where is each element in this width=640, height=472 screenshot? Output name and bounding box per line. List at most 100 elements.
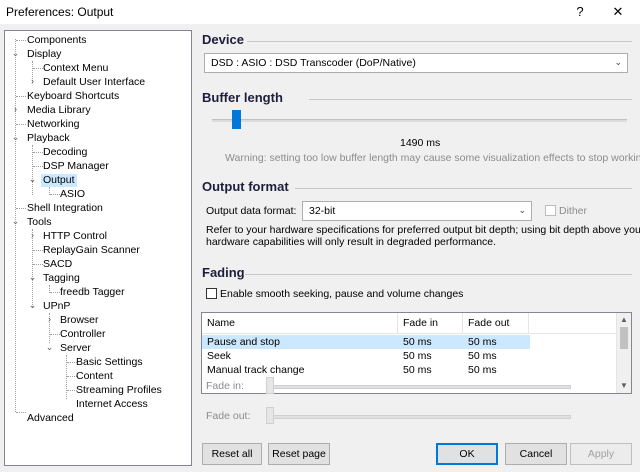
close-button[interactable]: ✕ [606,2,630,22]
tree-item-http-control[interactable]: HTTP Control [43,230,107,243]
column-header-name[interactable]: Name [202,313,398,333]
chevron-down-icon[interactable]: ⌄ [11,131,20,144]
tree-line [33,152,43,153]
fade-in-slider-thumb[interactable] [266,377,274,394]
tree-item-tools[interactable]: Tools [27,216,52,229]
fade-in-label: Fade in: [206,380,244,392]
tree-item-advanced[interactable]: Advanced [27,412,74,425]
tree-item-asio[interactable]: ASIO [60,188,85,201]
tree-item-controller[interactable]: Controller [60,328,106,341]
tree-item-streaming-profiles[interactable]: Streaming Profiles [76,384,162,397]
scroll-down-icon[interactable]: ▼ [620,381,628,390]
help-button[interactable]: ? [568,2,592,22]
chevron-right-icon[interactable]: › [28,229,37,242]
row-fade-in: 50 ms [403,350,432,362]
buffer-length-heading: Buffer length [202,90,283,105]
list-scrollbar[interactable]: ▲ ▼ [616,313,631,393]
output-format-note-line1: Refer to your hardware specifications fo… [206,224,640,236]
chevron-down-icon[interactable]: ⌄ [11,47,20,60]
buffer-length-value: 1490 ms [400,137,441,149]
section-divider [247,41,632,42]
column-header-fade-out[interactable]: Fade out [463,313,529,333]
output-data-format-dropdown[interactable]: 32-bit ⌄ [302,201,532,221]
row-fade-out: 50 ms [468,336,497,348]
row-name: Manual track change [207,364,305,376]
table-row[interactable]: Manual track change 50 ms 50 ms [202,363,530,377]
tree-line [50,334,60,335]
chevron-right-icon[interactable]: › [11,103,20,116]
tree-item-internet-access[interactable]: Internet Access [76,398,148,411]
tree-item-context-menu[interactable]: Context Menu [43,62,108,75]
fade-in-slider-track[interactable] [267,385,571,389]
smooth-seeking-checkbox[interactable] [206,288,217,299]
reset-page-button[interactable]: Reset page [268,443,330,465]
tree-item-browser[interactable]: Browser [60,314,99,327]
row-name: Seek [207,350,231,362]
tree-line [16,96,26,97]
tree-item-content[interactable]: Content [76,370,113,383]
output-data-format-value: 32-bit [309,205,336,217]
tree-item-freedb-tagger[interactable]: freedb Tagger [60,286,125,299]
output-format-heading: Output format [202,179,289,194]
tree-item-shell-integration[interactable]: Shell Integration [27,202,103,215]
header-divider [202,333,617,334]
ok-button[interactable]: OK [436,443,498,465]
buffer-slider-track[interactable] [212,119,627,122]
buffer-slider-thumb[interactable] [232,110,241,129]
reset-all-button[interactable]: Reset all [202,443,262,465]
tree-item-sacd[interactable]: SACD [43,258,72,271]
chevron-right-icon[interactable]: › [28,75,37,88]
scroll-up-icon[interactable]: ▲ [620,315,628,324]
tree-line [16,40,26,41]
tree-item-output[interactable]: Output [41,174,77,187]
tree-item-tagging[interactable]: Tagging [43,272,80,285]
chevron-right-icon[interactable]: › [45,313,54,326]
row-name: Pause and stop [207,336,280,348]
tree-line [16,124,26,125]
tree-item-dsp-manager[interactable]: DSP Manager [43,160,109,173]
tree-item-server[interactable]: Server [60,342,91,355]
column-header-fade-in[interactable]: Fade in [398,313,463,333]
preferences-tree[interactable]: ⌄ › › ⌄ ⌄ ⌄ › ⌄ ⌄ › ⌄ Components Display… [4,30,192,466]
row-fade-in: 50 ms [403,364,432,376]
table-row[interactable]: Pause and stop 50 ms 50 ms [202,335,530,349]
cancel-button[interactable]: Cancel [505,443,567,465]
smooth-seeking-label: Enable smooth seeking, pause and volume … [220,288,464,300]
tree-line [16,208,26,209]
table-row[interactable]: Seek 50 ms 50 ms [202,349,530,363]
apply-button[interactable]: Apply [570,443,632,465]
title-bar: Preferences: Output ? ✕ [0,0,640,24]
chevron-down-icon[interactable]: ⌄ [11,215,20,228]
tree-item-display[interactable]: Display [27,48,61,61]
tree-item-media-library[interactable]: Media Library [27,104,91,117]
dither-checkbox[interactable] [545,205,556,216]
tree-item-default-user-interface[interactable]: Default User Interface [43,76,145,89]
tree-item-components[interactable]: Components [27,34,87,47]
section-divider [245,274,632,275]
device-dropdown-value: DSD : ASIO : DSD Transcoder (DoP/Native) [211,57,416,69]
row-fade-in: 50 ms [403,336,432,348]
chevron-down-icon[interactable]: ⌄ [28,271,37,284]
fade-out-label: Fade out: [206,410,251,422]
tree-item-keyboard-shortcuts[interactable]: Keyboard Shortcuts [27,90,119,103]
buffer-warning-text: Warning: setting too low buffer length m… [225,152,640,164]
fade-out-slider-track[interactable] [267,415,571,419]
section-divider [295,188,632,189]
tree-line [33,68,43,69]
tree-item-basic-settings[interactable]: Basic Settings [76,356,143,369]
fade-out-slider-thumb[interactable] [266,407,274,424]
row-fade-out: 50 ms [468,350,497,362]
tree-item-decoding[interactable]: Decoding [43,146,87,159]
scrollbar-thumb[interactable] [620,327,628,349]
device-dropdown[interactable]: DSD : ASIO : DSD Transcoder (DoP/Native)… [204,53,628,73]
dither-label: Dither [559,205,588,217]
chevron-down-icon[interactable]: ⌄ [28,299,37,312]
tree-item-replaygain-scanner[interactable]: ReplayGain Scanner [43,244,140,257]
tree-item-playback[interactable]: Playback [27,132,70,145]
chevron-down-icon[interactable]: ⌄ [28,173,37,186]
output-format-note-line2: hardware capabilities will only result i… [206,236,497,248]
tree-line [33,250,43,251]
tree-item-upnp[interactable]: UPnP [43,300,70,313]
chevron-down-icon[interactable]: ⌄ [45,341,54,354]
tree-item-networking[interactable]: Networking [27,118,80,131]
